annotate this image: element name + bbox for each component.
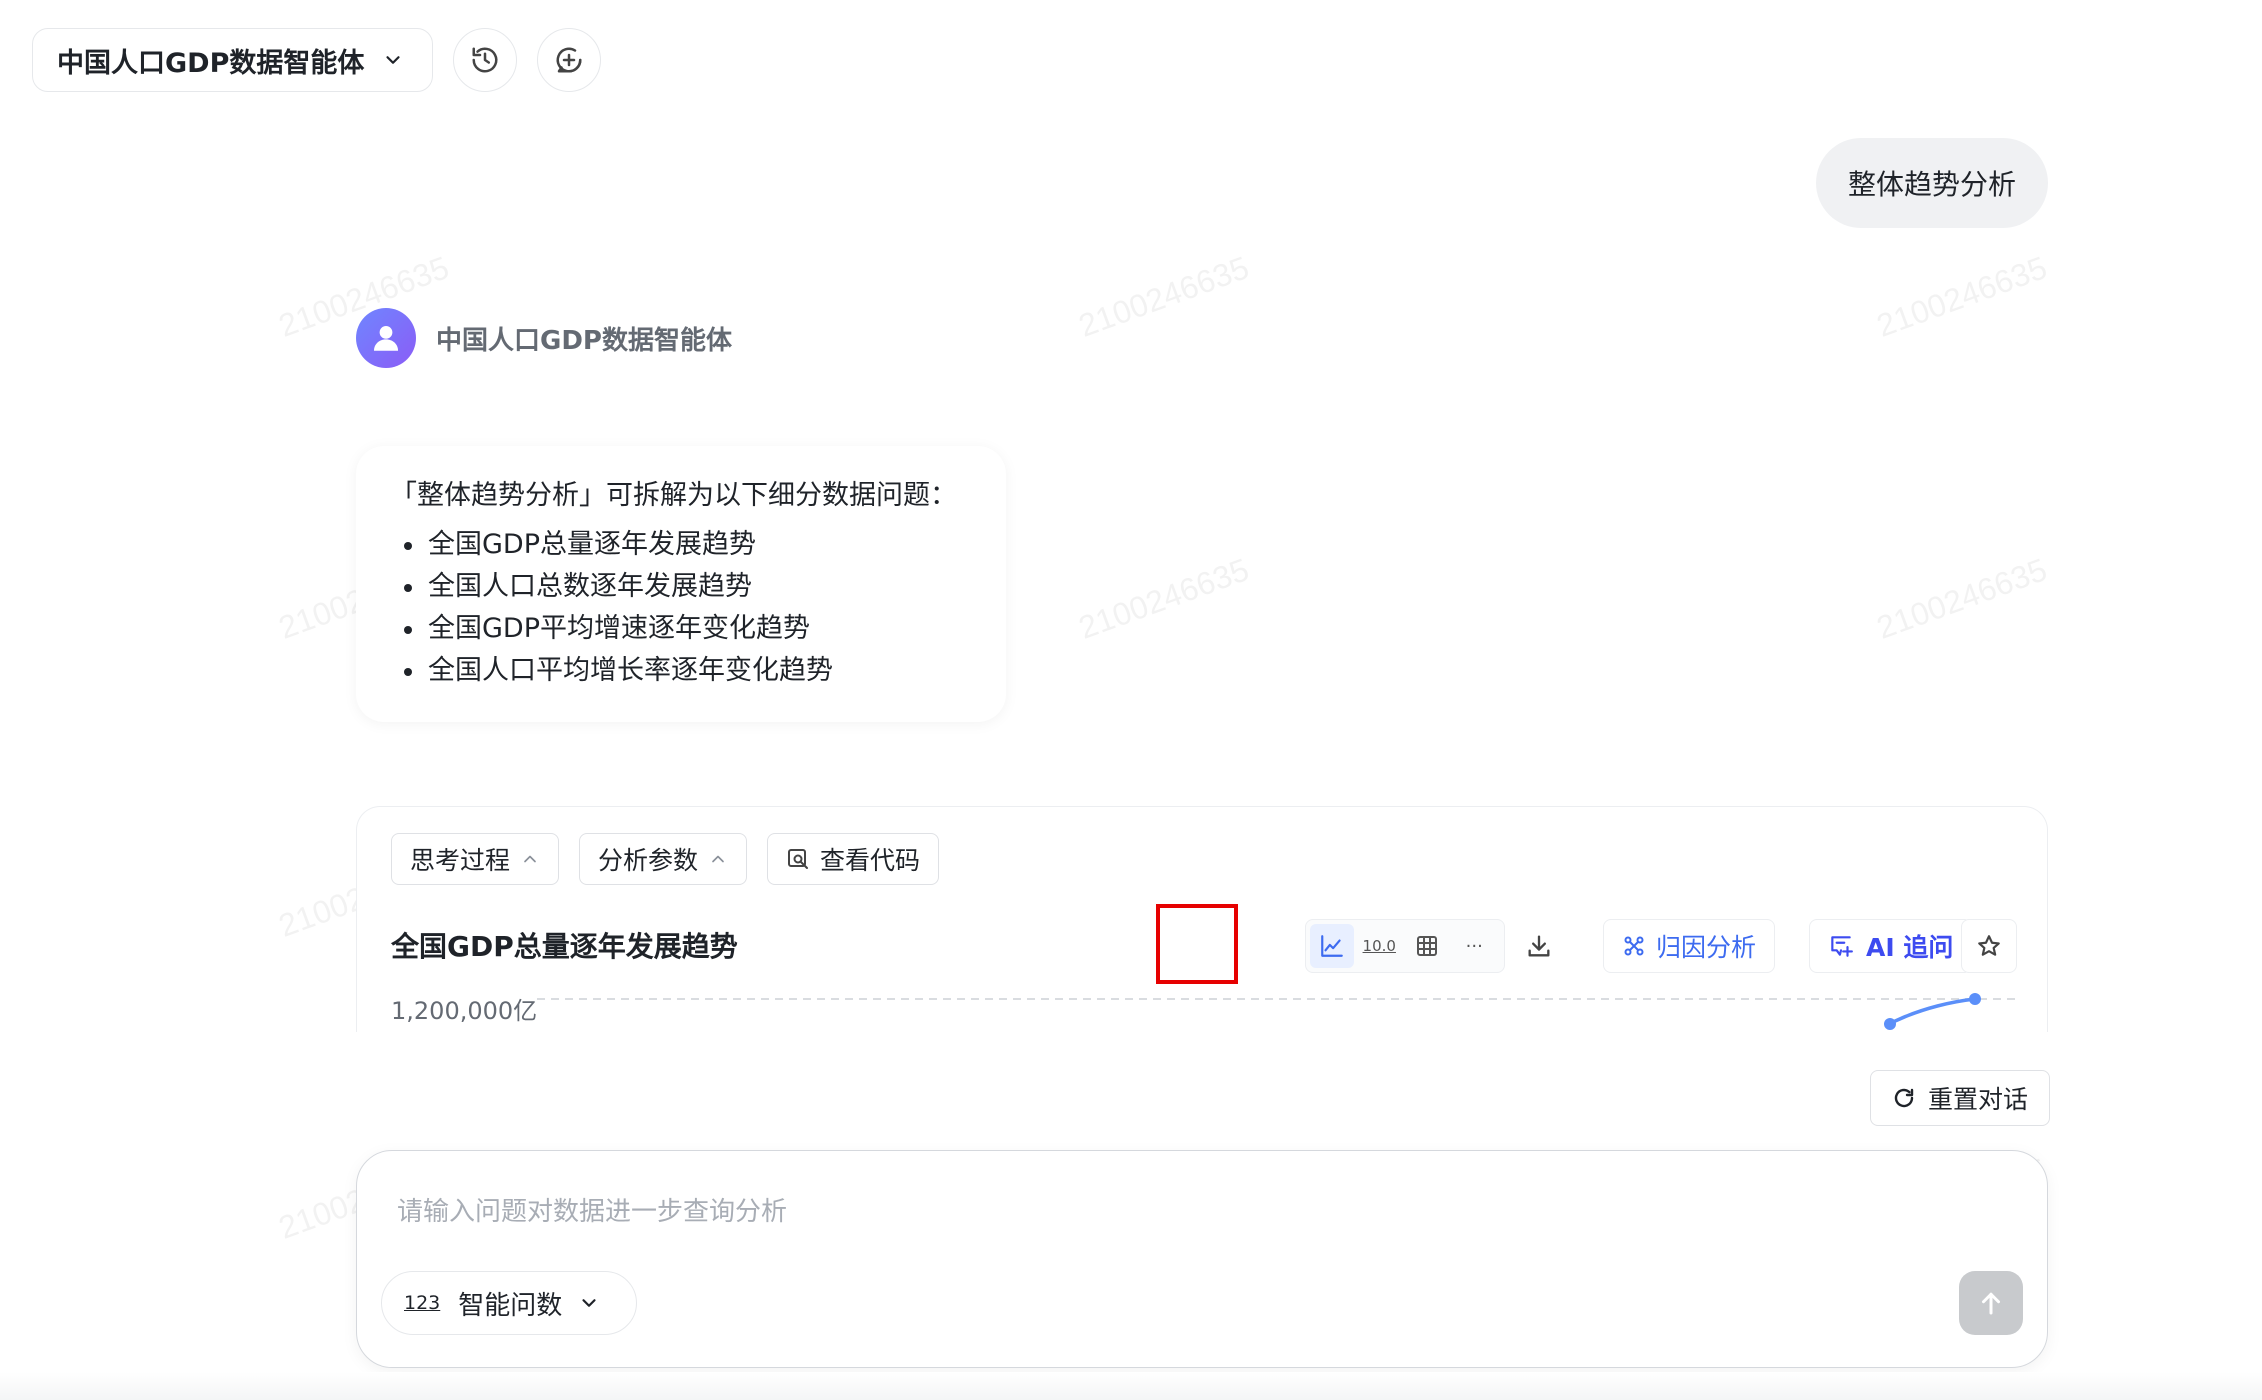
- new-chat-button[interactable]: [537, 28, 601, 92]
- chat-input-box: 123 智能问数: [356, 1150, 2048, 1368]
- send-button[interactable]: [1959, 1271, 2023, 1335]
- chart-series-line: [1886, 997, 1976, 1027]
- watermark: 2100246635: [1872, 249, 2052, 344]
- mode-selector-label: 智能问数: [458, 1290, 563, 1321]
- chevron-down-icon: [386, 56, 400, 64]
- user-message-bubble: 整体趋势分析: [1816, 138, 2048, 228]
- chat-input[interactable]: [397, 1191, 1957, 1241]
- agent-selector[interactable]: 中国人口GDP数据智能体: [32, 28, 433, 92]
- watermark: 2100246635: [1872, 551, 2052, 646]
- agent-avatar: [356, 308, 416, 368]
- arrow-up-icon: [1982, 1292, 2000, 1315]
- answer-card: 「整体趋势分析」可拆解为以下细分数据问题： 全国GDP总量逐年发展趋势 全国人口…: [356, 446, 1006, 722]
- refresh-icon: [1894, 1088, 1914, 1108]
- download-highlight-box: [1156, 904, 1238, 984]
- answer-list: 全国GDP总量逐年发展趋势 全国人口总数逐年发展趋势 全国GDP平均增速逐年变化…: [390, 524, 972, 692]
- bottom-fade: [0, 1372, 2262, 1400]
- answer-intro: 「整体趋势分析」可拆解为以下细分数据问题：: [390, 480, 957, 511]
- user-avatar-icon: [373, 325, 399, 351]
- chart-data-point: [1969, 993, 1981, 1005]
- history-icon: [472, 47, 498, 73]
- number-mode-icon: 123: [404, 1292, 441, 1314]
- reset-conversation-label: 重置对话: [1927, 1085, 2028, 1114]
- reset-conversation-button[interactable]: 重置对话: [1870, 1070, 2050, 1126]
- chart-data-point: [1884, 1018, 1896, 1030]
- list-item: 全国GDP平均增速逐年变化趋势: [390, 608, 972, 650]
- agent-name: 中国人口GDP数据智能体: [436, 326, 732, 356]
- watermark: 2100246635: [1074, 551, 1254, 646]
- new-chat-icon: [556, 47, 582, 73]
- history-button[interactable]: [453, 28, 517, 92]
- mode-selector[interactable]: 123 智能问数: [381, 1271, 637, 1335]
- agent-selector-label: 中国人口GDP数据智能体: [57, 47, 365, 79]
- chevron-down-icon: [582, 1299, 596, 1307]
- list-item: 全国人口平均增长率逐年变化趋势: [390, 650, 972, 692]
- watermark: 2100246635: [1074, 249, 1254, 344]
- list-item: 全国人口总数逐年发展趋势: [390, 566, 972, 608]
- list-item: 全国GDP总量逐年发展趋势: [390, 524, 972, 566]
